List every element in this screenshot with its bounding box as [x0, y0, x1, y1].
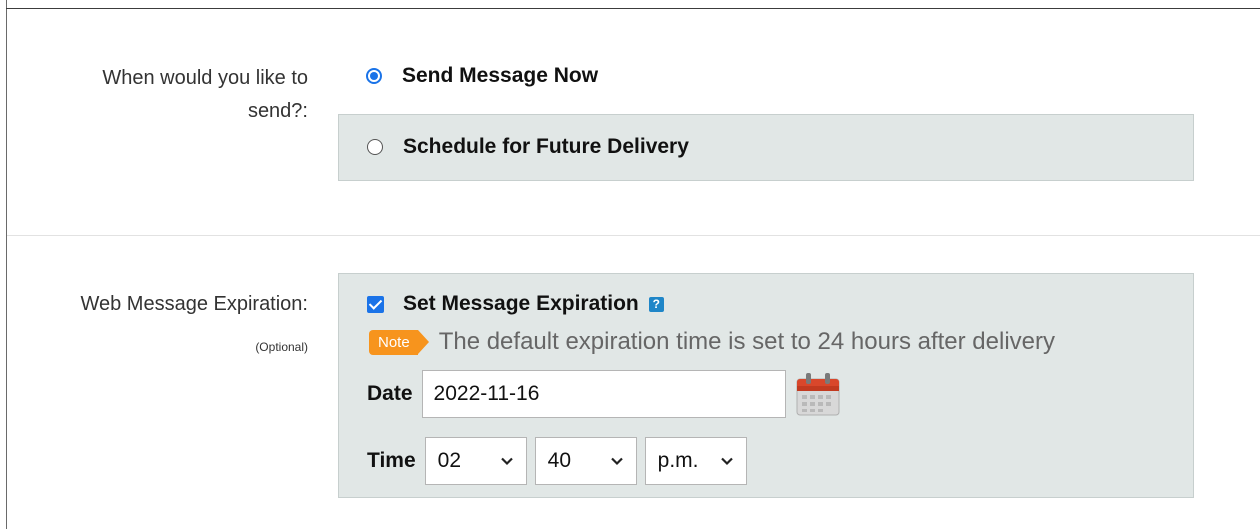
date-input[interactable]: [421, 370, 786, 418]
optional-label: (Optional): [255, 340, 308, 354]
send-timing-label: When would you like to send?:: [102, 67, 308, 122]
set-expiration-label[interactable]: Set Message Expiration: [403, 292, 639, 316]
schedule-future-radio[interactable]: [367, 139, 383, 155]
chevron-down-icon: [500, 457, 513, 466]
minute-select[interactable]: 40: [534, 437, 637, 485]
hour-value: 02: [437, 449, 461, 472]
section-divider: [7, 235, 1260, 236]
send-now-label[interactable]: Send Message Now: [402, 64, 598, 88]
frame-top-border: [6, 8, 1260, 9]
date-label: Date: [367, 382, 413, 405]
chevron-down-icon: [720, 457, 733, 466]
hour-select[interactable]: 02: [424, 437, 527, 485]
minute-value: 40: [547, 449, 571, 472]
question-icon[interactable]: ?: [648, 296, 664, 312]
set-expiration-checkbox[interactable]: [367, 295, 384, 313]
ampm-select[interactable]: p.m.: [644, 437, 747, 485]
calendar-icon[interactable]: [794, 370, 842, 418]
set-expiration-option[interactable]: Set Message Expiration ?: [367, 292, 664, 316]
note-badge: Note: [369, 329, 429, 355]
schedule-future-label[interactable]: Schedule for Future Delivery: [403, 135, 689, 159]
frame-left-border: [6, 0, 7, 529]
date-row: Date: [367, 370, 842, 418]
expiration-label: Web Message Expiration:: [80, 293, 308, 315]
schedule-future-option[interactable]: Schedule for Future Delivery: [367, 135, 689, 159]
send-now-radio[interactable]: [366, 68, 382, 84]
send-now-option[interactable]: Send Message Now: [366, 64, 598, 88]
note-text: The default expiration time is set to 24…: [438, 328, 1055, 355]
schedule-future-panel: Schedule for Future Delivery: [338, 114, 1194, 181]
time-row: Time 02 40 p.m.: [367, 437, 747, 485]
expiration-panel: Set Message Expiration ? Note The defaul…: [338, 273, 1194, 498]
chevron-down-icon: [610, 457, 623, 466]
note-row: Note The default expiration time is set …: [369, 328, 1055, 356]
ampm-value: p.m.: [657, 449, 699, 472]
time-label: Time: [367, 449, 416, 472]
